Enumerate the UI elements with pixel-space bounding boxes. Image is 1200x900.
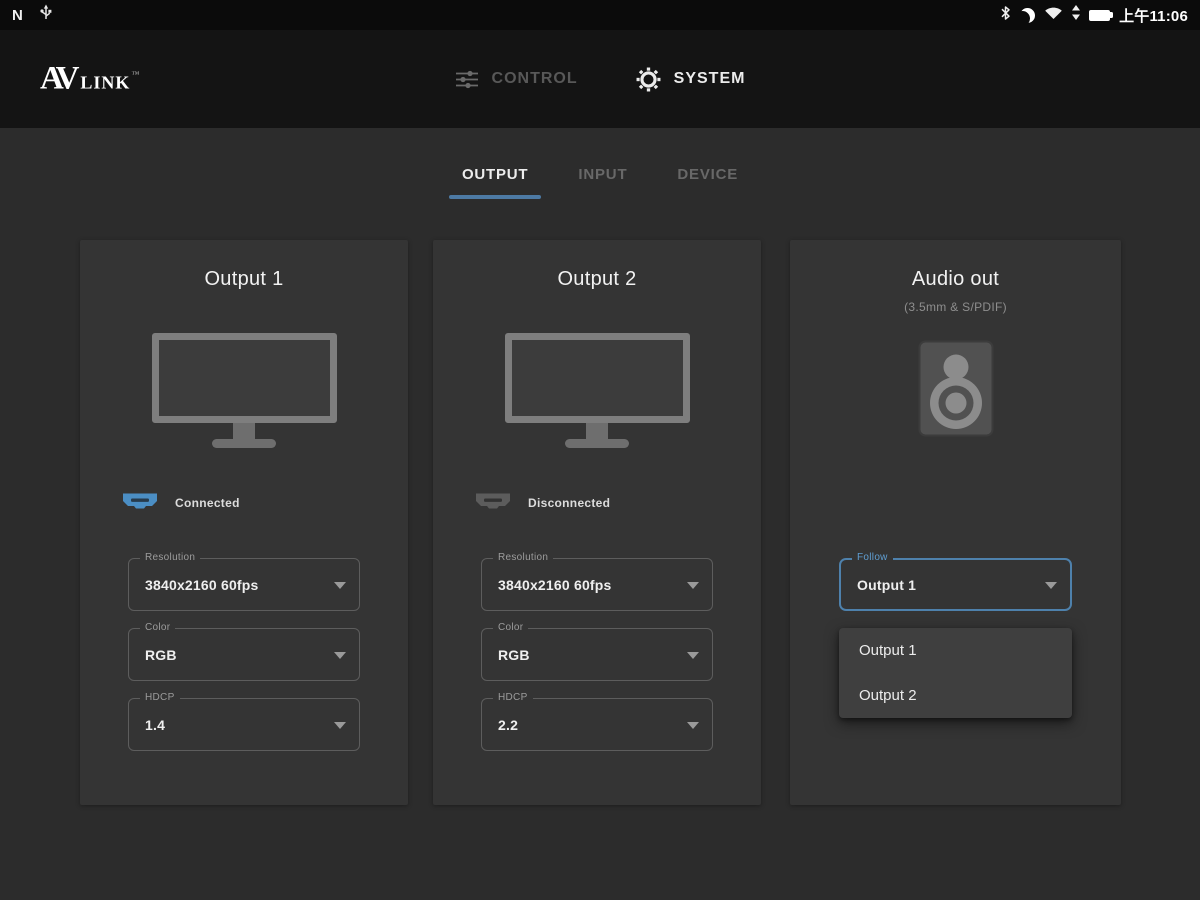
color-select-label: Color <box>140 622 175 634</box>
resolution-select-label: Resolution <box>140 552 200 564</box>
resolution-select-label: Resolution <box>493 552 553 564</box>
hdcp-select-value: 1.4 <box>145 717 165 733</box>
hdcp-select[interactable]: HDCP 2.2 <box>481 698 713 751</box>
do-not-disturb-moon-icon <box>1020 8 1035 23</box>
field-group: Resolution 3840x2160 60fps Color RGB HDC… <box>433 558 761 751</box>
color-select-label: Color <box>493 622 528 634</box>
status-bar-clock: 上午11:06 <box>1119 5 1188 26</box>
resolution-select[interactable]: Resolution 3840x2160 60fps <box>128 558 360 611</box>
resolution-select-value: 3840x2160 60fps <box>498 577 612 593</box>
resolution-select[interactable]: Resolution 3840x2160 60fps <box>481 558 713 611</box>
status-bar-notifications: N <box>12 4 53 26</box>
status-bar: N <box>0 0 1200 30</box>
tab-output[interactable]: OUTPUT <box>449 158 541 199</box>
nav-control-label: CONTROL <box>492 70 578 88</box>
follow-select[interactable]: Follow Output 1 <box>839 558 1072 611</box>
status-bar-indicators: 上午11:06 <box>1000 5 1188 26</box>
card-output-2: Output 2 Disconnected Resolution 3840x21… <box>433 240 761 805</box>
gear-icon <box>636 67 661 92</box>
field-group: Resolution 3840x2160 60fps Color RGB HDC… <box>80 558 408 751</box>
connection-status-label: Disconnected <box>528 496 610 510</box>
chevron-down-icon <box>334 582 346 589</box>
main-nav: CONTROL SYSTEM <box>0 30 1200 128</box>
connection-status-row: Disconnected <box>475 491 761 515</box>
system-page: OUTPUT INPUT DEVICE Output 1 Connected R… <box>0 128 1200 900</box>
card-output-1: Output 1 Connected Resolution 3840x2160 … <box>80 240 408 805</box>
hdcp-select-label: HDCP <box>140 692 180 704</box>
chevron-down-icon <box>1045 582 1057 589</box>
nav-control[interactable]: CONTROL <box>455 70 578 89</box>
bluetooth-icon <box>1000 5 1011 26</box>
follow-select-label: Follow <box>852 552 893 564</box>
chevron-down-icon <box>687 652 699 659</box>
wifi-icon <box>1044 5 1063 25</box>
system-tabs: OUTPUT INPUT DEVICE <box>0 128 1200 199</box>
battery-icon <box>1089 10 1110 21</box>
usb-icon <box>39 4 53 26</box>
follow-dropdown-menu: Output 1 Output 2 <box>839 628 1072 718</box>
sliders-icon <box>455 70 479 89</box>
color-select[interactable]: Color RGB <box>128 628 360 681</box>
card-title: Output 2 <box>433 268 761 291</box>
chevron-down-icon <box>687 582 699 589</box>
chevron-down-icon <box>334 652 346 659</box>
hdcp-select-value: 2.2 <box>498 717 518 733</box>
card-title: Output 1 <box>80 268 408 291</box>
follow-select-value: Output 1 <box>857 577 916 593</box>
menu-item-output-1[interactable]: Output 1 <box>839 628 1072 673</box>
hdcp-select[interactable]: HDCP 1.4 <box>128 698 360 751</box>
monitor-icon <box>152 333 337 448</box>
color-select-value: RGB <box>498 647 530 663</box>
app-bar: AV LINK ™ CONTROL <box>0 30 1200 128</box>
nfc-icon: N <box>12 8 23 23</box>
connection-status-label: Connected <box>175 496 240 510</box>
tab-input[interactable]: INPUT <box>565 158 640 199</box>
network-arrows-icon <box>1072 5 1080 25</box>
card-subtitle: (3.5mm & S/PDIF) <box>790 300 1121 314</box>
hdmi-connected-icon <box>122 491 158 515</box>
resolution-select-value: 3840x2160 60fps <box>145 577 259 593</box>
color-select[interactable]: Color RGB <box>481 628 713 681</box>
chevron-down-icon <box>334 722 346 729</box>
color-select-value: RGB <box>145 647 177 663</box>
nav-system-label: SYSTEM <box>674 70 746 88</box>
chevron-down-icon <box>687 722 699 729</box>
nav-system[interactable]: SYSTEM <box>636 67 746 92</box>
speaker-icon <box>918 340 994 437</box>
connection-status-row: Connected <box>122 491 408 515</box>
monitor-icon <box>505 333 690 448</box>
tab-device[interactable]: DEVICE <box>664 158 751 199</box>
hdmi-disconnected-icon <box>475 491 511 515</box>
hdcp-select-label: HDCP <box>493 692 533 704</box>
card-title: Audio out <box>790 268 1121 291</box>
menu-item-output-2[interactable]: Output 2 <box>839 673 1072 718</box>
card-audio-out: Audio out (3.5mm & S/PDIF) Follow Output… <box>790 240 1121 805</box>
